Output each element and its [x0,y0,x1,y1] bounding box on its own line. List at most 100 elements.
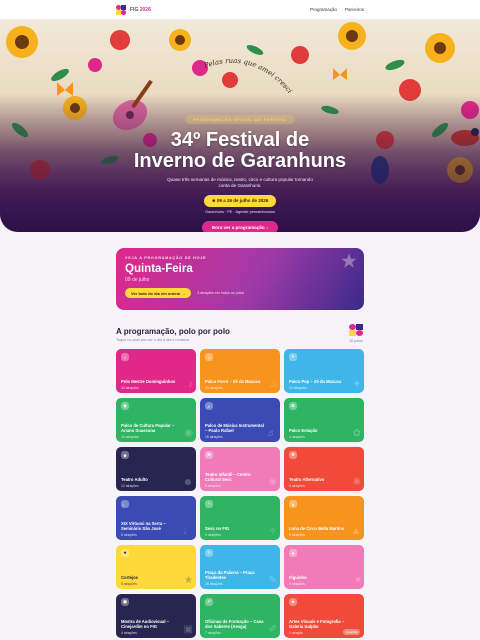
polo-name: Praça da Palavra – Praça Tiradentes [205,570,255,580]
polo-card[interactable]: ☻ Teatro Adulto 12 atrações ☻ [116,447,196,491]
section-title: A programação, polo por polo [116,327,230,336]
polo-card[interactable]: ❀ Teatro Infantil – Centro Cultural Sesc 8… [200,447,280,491]
polo-card[interactable]: ♪ Polo Mestre Dominguinhos 33 atrações ♪ [116,349,196,393]
hero-banner: Pelas ruas que amei cresci Programação o… [0,20,480,232]
polo-decoration-icon: ✧ [268,526,277,537]
polo-name: Palco Pop – Zé da Macuca [289,379,342,384]
see-program-button[interactable]: Bora ver a programação ↓ [201,221,279,232]
polo-count: 1 atração [289,631,304,635]
polo-count: 24 atrações [289,386,307,390]
polo-card[interactable]: ♩ XIX Virtuosi na Serra – Seminário São J… [116,496,196,540]
section-subtitle: Toque no polo pra ver o dia a dia e horá… [116,338,190,342]
polo-name: XIX Virtuosi na Serra – Seminário São Jo… [121,521,166,531]
polo-card[interactable]: ▣ Mostra de Audiovisual – Cinejardim no F… [116,594,196,638]
camera-icon: ◈ [289,598,297,606]
nav-programacao[interactable]: Programação [310,7,337,12]
polo-name: Sesc no FIG [205,526,230,531]
polo-card[interactable]: ✧ Sesc no FIG 6 atrações ✧ [200,496,280,540]
logo-block [356,330,363,336]
logo-block [349,330,356,336]
polo-card[interactable]: ▲ Lona de Circo Bella Martins 9 atrações ▲ [284,496,364,540]
balloon-icon: ❀ [205,451,213,459]
film-icon: ▣ [121,598,129,606]
polo-badge: Amanhã [342,629,360,635]
spotlight-icon: ✺ [289,451,297,459]
pencil-icon: ✐ [205,598,213,606]
polo-count: 9 atrações [289,582,305,586]
today-count: 3 atrações em todos os polos [197,291,245,295]
polo-count: 16 atrações [205,435,223,439]
polo-count: 8 atrações [289,484,305,488]
see-day-button[interactable]: Ver todo do dia em ordem → [125,288,192,298]
polo-name: Figuinho [289,575,307,580]
polo-decoration-icon: ✦ [352,379,361,390]
polo-card[interactable]: ✐ Oficinas de Formação – Casa dos Saberes… [200,594,280,638]
polo-decoration-icon: ♥ [355,575,361,586]
polos-grid: ♪ Polo Mestre Dominguinhos 33 atrações ♪ ♫ Pa… [116,349,364,638]
polo-card[interactable]: ✺ Teatro Alternativo 8 atrações ✺ [284,447,364,491]
today-actions: Ver todo do dia em ordem → 3 atrações em… [125,288,355,298]
star-icon: ✦ [289,353,297,361]
polo-name: Cortejos [121,575,138,580]
polo-card[interactable]: ★ Cortejos 5 atrações ★ [116,545,196,589]
polo-decoration-icon: ✐ [268,624,277,635]
today-eyebrow: Veja a programação de hoje [125,256,207,260]
brand-name[interactable]: FIG 2026 [130,7,151,13]
polo-card[interactable]: ✎ Praça da Palavra – Praça Tiradentes 28 a… [200,545,280,589]
polo-count: 4 atrações [121,631,137,635]
polo-count: 8 atrações [205,484,221,488]
polo-count: 5 atrações [121,582,137,586]
hero-title-line2: Inverno de Garanhuns [133,150,347,172]
polo-card[interactable]: ✿ Palco Estação 4 atrações ✿ [284,398,364,442]
polo-name: Lona de Circo Bella Martins [289,526,345,531]
polo-decoration-icon: ★ [184,575,193,586]
accordion-icon: ♪ [121,353,129,361]
polo-decoration-icon: ♪ [188,379,193,390]
speaker-icon: ♫ [205,353,213,361]
brand-year: 2026 [139,6,151,13]
polo-count: 33 atrações [121,386,139,390]
polo-decoration-icon: ♩ [183,526,193,537]
hero-eyebrow: Programação oficial do festival [185,115,295,124]
polo-card[interactable]: ♫ Palco Forró – Zé da Macuca 30 atrações ♫ [200,349,280,393]
star-decoration-icon [341,253,357,268]
see-day-label: Ver todo do dia em ordem [131,290,181,296]
polo-count: 12 atrações [121,484,139,488]
polo-name: Mostra de Audiovisual – Cinejardim no FI… [121,619,170,629]
polo-count: 6 atrações [121,533,137,537]
tent-icon: ▲ [289,500,297,508]
polo-name: Teatro Alternativo [289,477,325,482]
heart-icon: ♥ [289,549,297,557]
polo-card[interactable]: ◈ Artes Visuais e Fotografia – Galeria Ga… [284,594,364,638]
polo-count: 4 atrações [289,435,305,439]
polo-decoration-icon: ◉ [184,428,193,439]
today-date: 09 de julho [125,277,150,283]
polo-name: Artes Visuais e Fotografia – Galeria Gal… [289,619,345,629]
polo-decoration-icon: ✿ [352,428,361,439]
arrow-right-icon: → [181,290,186,296]
section-logo [349,324,363,336]
nav-parceiros[interactable]: Parceiros [345,7,364,12]
logo-block [121,9,126,15]
today-day: Quinta-Feira [125,263,193,275]
polo-card[interactable]: ♬ Palco de Música Instrumental – Paulo Ra… [200,398,280,442]
polo-card[interactable]: ◉ Palco de Cultura Popular – Ariano Suass… [116,398,196,442]
date-pill-text: 09 a 26 de julho de 2026 [217,198,269,203]
polo-count: 6 atrações [205,533,221,537]
date-pill: ★ 09 a 26 de julho de 2026 [203,195,277,207]
train-icon: ✿ [289,402,297,410]
polo-card[interactable]: ✦ Palco Pop – Zé da Macuca 24 atrações ✦ [284,349,364,393]
polo-name: Palco Forró – Zé da Macuca [205,379,261,384]
hero-title-line1: 34º Festival de [170,129,310,151]
polo-count: 28 atrações [205,582,223,586]
location-text: Garanhuns · PE · Agreste pernambucano [205,210,275,214]
polo-decoration-icon: ♬ [267,428,277,439]
hero-content: Programação oficial do festival 34º Fest… [0,108,480,232]
top-bar: FIG 2026 Programação Parceiros [0,0,480,20]
fig-logo[interactable] [116,4,126,15]
polo-name: Palco Estação [289,428,318,433]
polo-card[interactable]: ♥ Figuinho 9 atrações ♥ [284,545,364,589]
polo-decoration-icon: ▣ [183,624,193,635]
polo-name: Teatro Adulto [121,477,148,482]
violin-icon: ♩ [121,500,129,508]
